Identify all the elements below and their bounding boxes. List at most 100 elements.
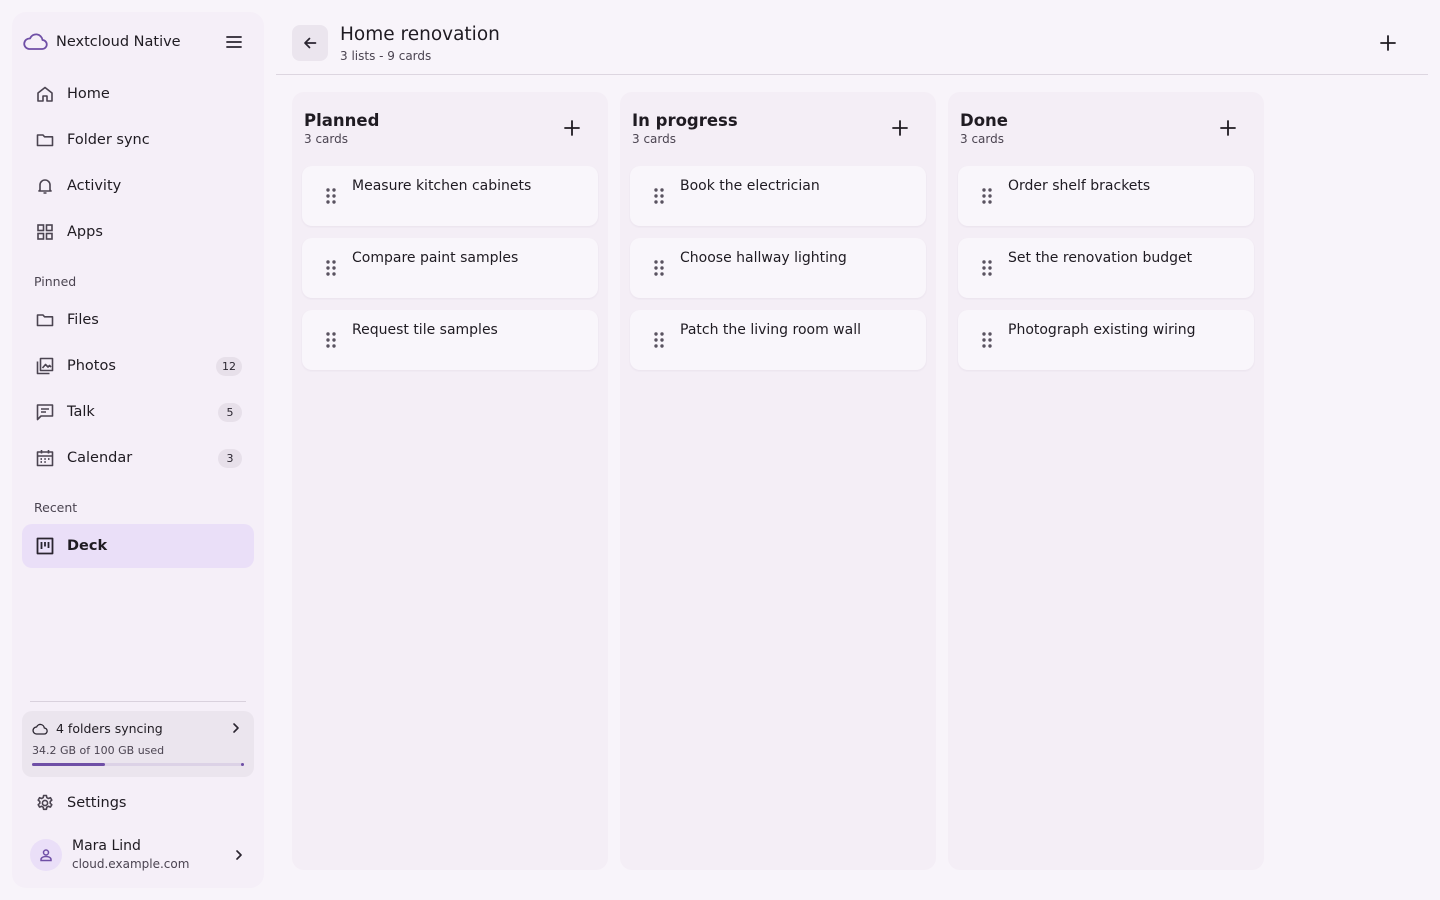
list-in-progress: In progress 3 cards Book the electrician… xyxy=(620,92,936,870)
header-divider xyxy=(276,74,1428,75)
sidebar-item-label: Settings xyxy=(67,795,127,811)
card-title: Patch the living room wall xyxy=(680,322,861,338)
card-title: Order shelf brackets xyxy=(1008,178,1151,194)
section-label-pinned: Pinned xyxy=(34,274,77,289)
account-switcher[interactable]: Mara Lind cloud.example.com xyxy=(22,832,254,880)
plus-icon xyxy=(892,120,908,136)
cloud-logo-icon xyxy=(23,33,48,50)
list-card-count: 3 cards xyxy=(960,132,1004,146)
apps-grid-icon xyxy=(34,221,56,243)
menu-toggle-button[interactable] xyxy=(224,32,244,52)
count-badge: 12 xyxy=(216,357,242,376)
card-title: Photograph existing wiring xyxy=(1008,322,1196,338)
page-subtitle: 3 lists - 9 cards xyxy=(340,49,432,63)
sidebar-item-label: Activity xyxy=(67,178,122,194)
sidebar-item-photos[interactable]: Photos 12 xyxy=(22,344,254,388)
section-label-recent: Recent xyxy=(34,500,78,515)
list-done: Done 3 cards Order shelf brackets Set th… xyxy=(948,92,1264,870)
sidebar-divider xyxy=(30,701,246,702)
sidebar-item-label: Apps xyxy=(67,224,103,240)
card[interactable]: Order shelf brackets xyxy=(958,166,1254,226)
sidebar-item-folder-sync[interactable]: Folder sync xyxy=(22,118,254,162)
drag-handle-icon[interactable] xyxy=(654,188,664,204)
plus-icon xyxy=(1220,120,1236,136)
card-title: Measure kitchen cabinets xyxy=(352,178,532,194)
avatar xyxy=(30,839,62,871)
chevron-right-icon xyxy=(236,850,242,860)
list-card-count: 3 cards xyxy=(304,132,348,146)
arrow-left-icon xyxy=(304,37,317,49)
card[interactable]: Book the electrician xyxy=(630,166,926,226)
sidebar-item-label: Home xyxy=(67,86,110,102)
chevron-right-icon xyxy=(233,723,239,733)
card-title: Compare paint samples xyxy=(352,250,519,266)
gear-icon xyxy=(34,792,56,814)
storage-usage-text: 34.2 GB of 100 GB used xyxy=(32,744,165,757)
sidebar-item-label: Photos xyxy=(67,358,116,374)
sidebar-item-calendar[interactable]: Calendar 3 xyxy=(22,436,254,480)
storage-bar-end-marker xyxy=(241,763,244,766)
add-card-button[interactable] xyxy=(1214,114,1242,142)
sidebar: Nextcloud Native Home Folder sync Activi… xyxy=(12,12,264,888)
sidebar-item-label: Calendar xyxy=(67,450,133,466)
storage-usage-bar xyxy=(32,763,244,766)
drag-handle-icon[interactable] xyxy=(326,260,336,276)
page-title: Home renovation xyxy=(340,24,500,45)
bell-icon xyxy=(34,175,56,197)
folder-icon xyxy=(34,309,56,331)
card[interactable]: Measure kitchen cabinets xyxy=(302,166,598,226)
card[interactable]: Request tile samples xyxy=(302,310,598,370)
add-card-button[interactable] xyxy=(886,114,914,142)
brand: Nextcloud Native xyxy=(22,30,181,54)
count-badge: 3 xyxy=(218,449,242,468)
chat-icon xyxy=(34,401,56,423)
drag-handle-icon[interactable] xyxy=(326,188,336,204)
sidebar-item-label: Deck xyxy=(67,538,108,554)
list-title: In progress xyxy=(632,111,738,130)
sidebar-item-apps[interactable]: Apps xyxy=(22,210,254,254)
card[interactable]: Patch the living room wall xyxy=(630,310,926,370)
sidebar-item-files[interactable]: Files xyxy=(22,298,254,342)
drag-handle-icon[interactable] xyxy=(326,332,336,348)
list-title: Planned xyxy=(304,111,380,130)
person-icon xyxy=(40,849,52,862)
drag-handle-icon[interactable] xyxy=(982,332,992,348)
add-card-button[interactable] xyxy=(558,114,586,142)
back-button[interactable] xyxy=(292,25,328,61)
sidebar-item-settings[interactable]: Settings xyxy=(22,781,254,825)
app-name: Nextcloud Native xyxy=(56,34,181,50)
drag-handle-icon[interactable] xyxy=(654,332,664,348)
sidebar-item-deck[interactable]: Deck xyxy=(22,524,254,568)
folder-icon xyxy=(34,129,56,151)
sidebar-item-activity[interactable]: Activity xyxy=(22,164,254,208)
count-badge: 5 xyxy=(218,403,242,422)
sidebar-item-label: Talk xyxy=(67,404,95,420)
account-name: Mara Lind xyxy=(72,838,141,854)
sync-status-card[interactable]: 4 folders syncing 34.2 GB of 100 GB used xyxy=(22,711,254,777)
sync-status-text: 4 folders syncing xyxy=(56,721,163,736)
card[interactable]: Set the renovation budget xyxy=(958,238,1254,298)
drag-handle-icon[interactable] xyxy=(982,188,992,204)
card-title: Book the electrician xyxy=(680,178,820,194)
plus-icon xyxy=(564,120,580,136)
hamburger-icon xyxy=(226,36,242,48)
card-title: Set the renovation budget xyxy=(1008,250,1193,266)
list-card-count: 3 cards xyxy=(632,132,676,146)
photos-icon xyxy=(34,355,56,377)
sidebar-item-talk[interactable]: Talk 5 xyxy=(22,390,254,434)
sidebar-item-label: Folder sync xyxy=(67,132,150,148)
home-icon xyxy=(34,83,56,105)
add-list-button[interactable] xyxy=(1374,29,1402,57)
plus-icon xyxy=(1380,35,1396,51)
deck-icon xyxy=(34,535,56,557)
drag-handle-icon[interactable] xyxy=(654,260,664,276)
storage-usage-fill xyxy=(32,763,105,766)
card[interactable]: Choose hallway lighting xyxy=(630,238,926,298)
card[interactable]: Compare paint samples xyxy=(302,238,598,298)
card[interactable]: Photograph existing wiring xyxy=(958,310,1254,370)
card-title: Choose hallway lighting xyxy=(680,250,847,266)
sidebar-item-home[interactable]: Home xyxy=(22,72,254,116)
card-title: Request tile samples xyxy=(352,322,498,338)
account-host: cloud.example.com xyxy=(72,857,190,871)
drag-handle-icon[interactable] xyxy=(982,260,992,276)
